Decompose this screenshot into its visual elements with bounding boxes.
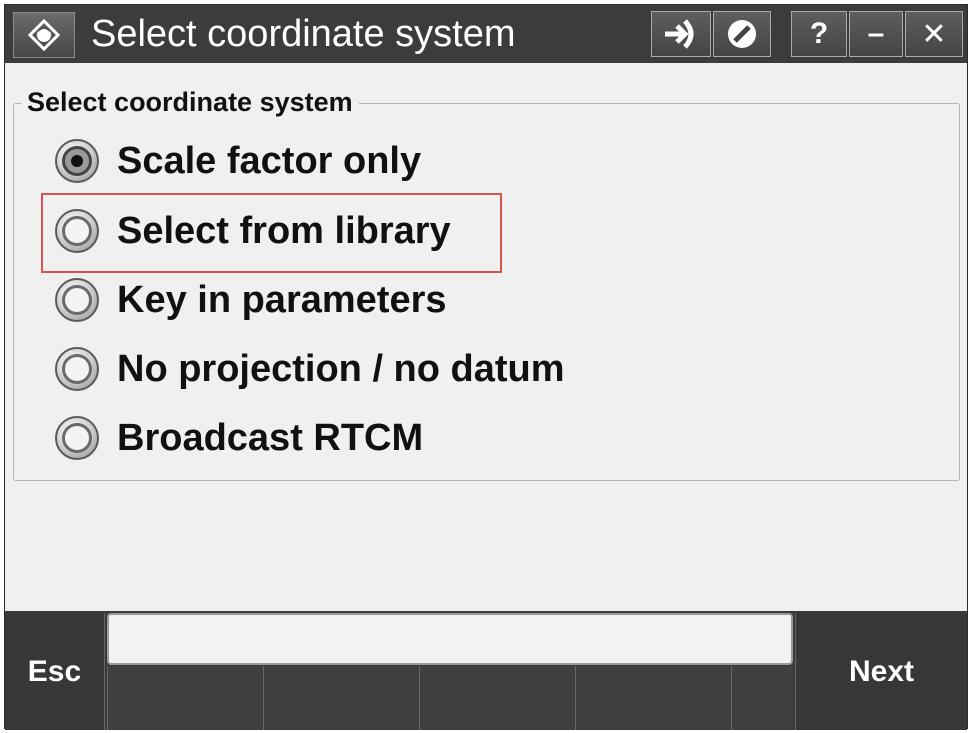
stop-button[interactable]: [713, 11, 771, 57]
option-label: Select from library: [117, 209, 451, 252]
option-no-projection[interactable]: No projection / no datum: [55, 341, 565, 397]
app-logo-icon[interactable]: [13, 12, 75, 58]
app-window: Select coordinate system ? – ✕ Select co…: [4, 4, 968, 730]
radio-button[interactable]: [55, 278, 99, 322]
status-field: [107, 613, 793, 665]
content-area: Select coordinate system Scale factor on…: [5, 63, 967, 611]
option-label: Key in parameters: [117, 278, 447, 321]
help-button[interactable]: ?: [791, 11, 847, 57]
group-title: Select coordinate system: [21, 85, 359, 119]
softkey-1[interactable]: [107, 666, 263, 730]
login-button[interactable]: [651, 11, 711, 57]
radio-button-checked[interactable]: [55, 139, 99, 183]
option-label: No projection / no datum: [117, 347, 565, 390]
softkey-2[interactable]: [263, 666, 419, 730]
option-label: Broadcast RTCM: [117, 416, 424, 459]
option-key-in-parameters[interactable]: Key in parameters: [55, 272, 447, 328]
option-label: Scale factor only: [117, 139, 422, 182]
softkey-bar: Esc Next: [5, 611, 967, 730]
radio-button[interactable]: [55, 416, 99, 460]
option-scale-factor-only[interactable]: Scale factor only: [55, 133, 421, 189]
minimize-button[interactable]: –: [849, 11, 903, 57]
esc-button[interactable]: Esc: [5, 613, 105, 730]
close-button[interactable]: ✕: [905, 11, 963, 57]
arrow-into-icon: [665, 19, 694, 49]
title-bar: Select coordinate system ? – ✕: [5, 5, 967, 63]
radio-button[interactable]: [55, 209, 99, 253]
softkey-5[interactable]: [731, 666, 793, 730]
stop-icon: [728, 20, 756, 48]
softkey-3[interactable]: [419, 666, 575, 730]
softkey-4[interactable]: [575, 666, 731, 730]
option-broadcast-rtcm[interactable]: Broadcast RTCM: [55, 410, 423, 466]
window-title: Select coordinate system: [91, 13, 516, 55]
option-select-from-library[interactable]: Select from library: [55, 203, 451, 259]
next-button[interactable]: Next: [795, 613, 967, 730]
radio-button[interactable]: [55, 347, 99, 391]
